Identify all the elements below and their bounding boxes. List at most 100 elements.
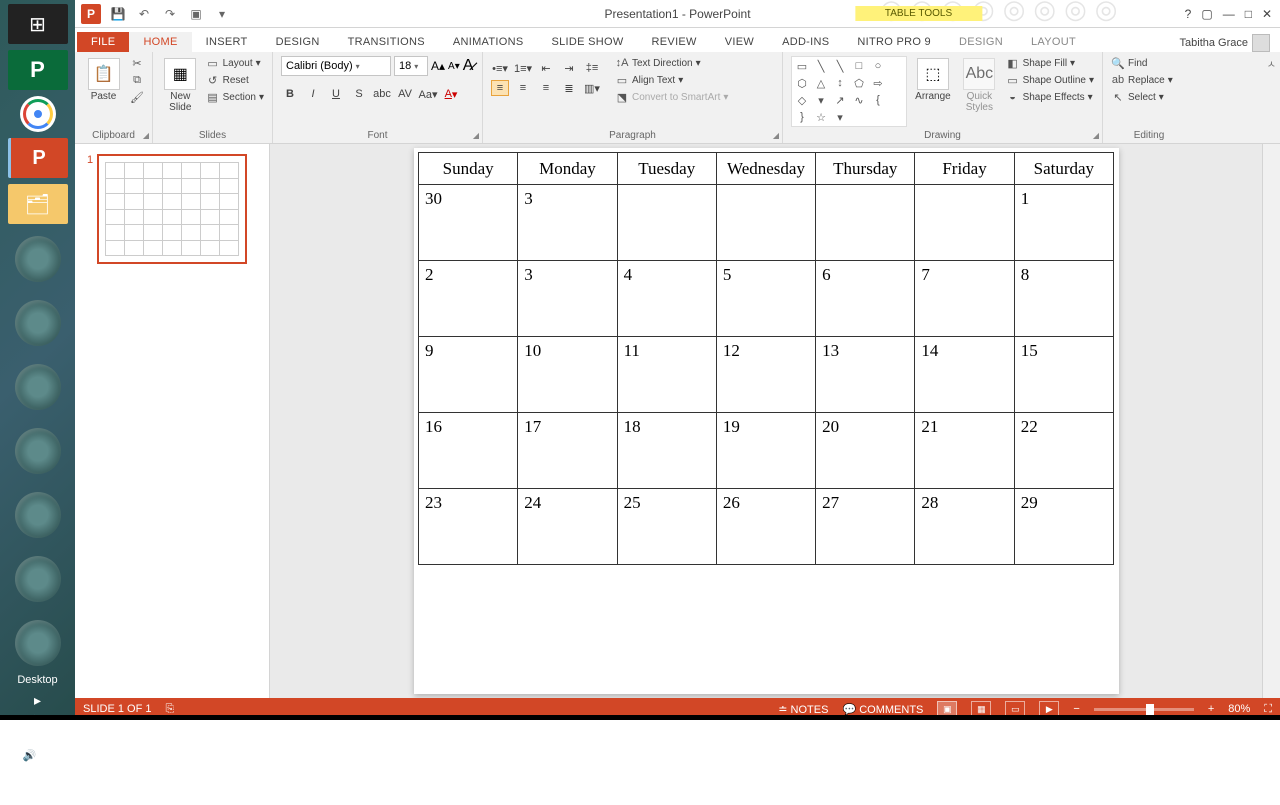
tab-animations[interactable]: ANIMATIONS [439,32,538,52]
char-spacing-button[interactable]: AV [396,86,414,102]
calendar-cell[interactable] [816,185,915,261]
start-button[interactable]: ⊞ [8,4,68,44]
calendar-cell[interactable]: 7 [915,261,1014,337]
paste-button[interactable]: 📋 Paste [83,56,124,103]
clipboard-dialog-launcher[interactable]: ◢ [143,131,149,140]
slide-indicator[interactable]: SLIDE 1 OF 1 [83,703,151,715]
convert-smartart-button[interactable]: ⬔Convert to SmartArt ▾ [615,90,728,104]
notes-button[interactable]: ≐ NOTES [778,703,828,716]
calendar-cell[interactable]: 20 [816,413,915,489]
vertical-scrollbar[interactable] [1262,144,1280,698]
decrease-indent-button[interactable]: ⇤ [537,60,555,76]
shapes-gallery[interactable]: ▭╲╲□○⬡ △↕⬠⇨◇▾ ↗∿{}☆▾ [791,56,907,127]
calendar-cell[interactable]: 16 [419,413,518,489]
slide-canvas[interactable]: SundayMondayTuesdayWednesdayThursdayFrid… [270,144,1262,698]
ribbon-display-icon[interactable]: ▢ [1201,7,1212,21]
calendar-header[interactable]: Monday [518,153,617,185]
line-spacing-button[interactable]: ‡≡ [583,60,601,76]
align-text-button[interactable]: ▭Align Text ▾ [615,73,728,87]
tab-addins[interactable]: ADD-INS [768,32,843,52]
calendar-cell[interactable]: 8 [1014,261,1113,337]
calendar-cell[interactable]: 1 [1014,185,1113,261]
calendar-header[interactable]: Tuesday [617,153,716,185]
tab-transitions[interactable]: TRANSITIONS [334,32,439,52]
shape-effects-button[interactable]: ◒Shape Effects ▾ [1006,90,1094,104]
tab-nitro[interactable]: NITRO PRO 9 [843,32,945,52]
columns-button[interactable]: ▥▾ [583,80,601,96]
numbering-button[interactable]: 1≡▾ [514,60,532,76]
calendar-header[interactable]: Wednesday [716,153,815,185]
text-direction-button[interactable]: ↕AText Direction ▾ [615,56,728,70]
calendar-cell[interactable] [915,185,1014,261]
align-right-button[interactable]: ≡ [537,80,555,96]
slide[interactable]: SundayMondayTuesdayWednesdayThursdayFrid… [414,148,1119,694]
maximize-button[interactable]: □ [1245,7,1252,21]
tab-table-layout[interactable]: LAYOUT [1017,32,1090,52]
tab-slideshow[interactable]: SLIDE SHOW [537,32,637,52]
justify-button[interactable]: ≣ [560,80,578,96]
close-button[interactable]: ✕ [1262,7,1272,21]
clear-formatting-icon[interactable]: A̷ [463,57,474,75]
qat-slideshow-icon[interactable]: ▣ [187,5,205,23]
comments-button[interactable]: 💬 COMMENTS [842,703,923,716]
calendar-cell[interactable]: 5 [716,261,815,337]
help-icon[interactable]: ? [1185,7,1192,21]
taskbar-chrome-icon[interactable] [20,96,56,132]
shape-outline-button[interactable]: ▭Shape Outline ▾ [1006,73,1094,87]
tray-start-icon[interactable]: ⊞ [15,732,24,745]
find-button[interactable]: 🔍Find [1111,56,1173,70]
drawing-dialog-launcher[interactable]: ◢ [1093,131,1099,140]
calendar-cell[interactable]: 18 [617,413,716,489]
taskbar-explorer-icon[interactable]: 🗂 [8,184,68,224]
calendar-header[interactable]: Sunday [419,153,518,185]
zoom-out-button[interactable]: − [1073,703,1079,715]
section-button[interactable]: ▤Section ▾ [206,90,264,104]
increase-indent-button[interactable]: ⇥ [560,60,578,76]
qat-undo-icon[interactable]: ↶ [135,5,153,23]
tab-table-design[interactable]: DESIGN [945,32,1017,52]
taskbar-publisher-icon[interactable]: P [8,50,68,90]
reset-button[interactable]: ↺Reset [206,73,264,87]
quick-styles-button[interactable]: Abc Quick Styles [959,56,999,113]
account-name[interactable]: Tabitha Grace [1180,34,1280,52]
calendar-header[interactable]: Thursday [816,153,915,185]
calendar-cell[interactable]: 15 [1014,337,1113,413]
align-center-button[interactable]: ≡ [514,80,532,96]
font-color-button[interactable]: A▾ [442,86,460,102]
collapse-ribbon-icon[interactable]: ㅅ [1267,56,1276,71]
select-button[interactable]: ↖Select ▾ [1111,90,1173,104]
calendar-cell[interactable] [716,185,815,261]
layout-button[interactable]: ▭Layout ▾ [206,56,264,70]
cut-button[interactable]: ✂ [130,56,144,70]
change-case-button[interactable]: Aa▾ [419,86,437,102]
replace-button[interactable]: abReplace ▾ [1111,73,1173,87]
calendar-cell[interactable]: 27 [816,489,915,565]
calendar-cell[interactable]: 3 [518,185,617,261]
slide-thumbnail-1[interactable] [97,154,247,264]
strikethrough-button[interactable]: S [350,86,368,102]
desktop-label[interactable]: Desktop [0,674,75,686]
italic-button[interactable]: I [304,86,322,102]
calendar-cell[interactable]: 25 [617,489,716,565]
font-size-combo[interactable]: 18▾ [394,56,428,76]
underline-button[interactable]: U [327,86,345,102]
shape-fill-button[interactable]: ◧Shape Fill ▾ [1006,56,1094,70]
spellcheck-icon[interactable]: ⎘ [165,703,174,716]
decrease-font-icon[interactable]: A▾ [448,61,460,72]
calendar-cell[interactable]: 13 [816,337,915,413]
shadow-button[interactable]: abc [373,86,391,102]
taskbar-powerpoint-icon[interactable] [8,138,68,178]
calendar-cell[interactable]: 9 [419,337,518,413]
calendar-header[interactable]: Friday [915,153,1014,185]
calendar-cell[interactable]: 6 [816,261,915,337]
calendar-cell[interactable]: 26 [716,489,815,565]
calendar-cell[interactable]: 12 [716,337,815,413]
font-dialog-launcher[interactable]: ◢ [473,131,479,140]
tab-insert[interactable]: INSERT [192,32,262,52]
calendar-cell[interactable]: 30 [419,185,518,261]
system-clock[interactable]: 10:58 AM Sunday 7/19/2015 [0,764,75,799]
calendar-cell[interactable]: 11 [617,337,716,413]
bullets-button[interactable]: •≡▾ [491,60,509,76]
calendar-cell[interactable]: 28 [915,489,1014,565]
calendar-cell[interactable] [617,185,716,261]
